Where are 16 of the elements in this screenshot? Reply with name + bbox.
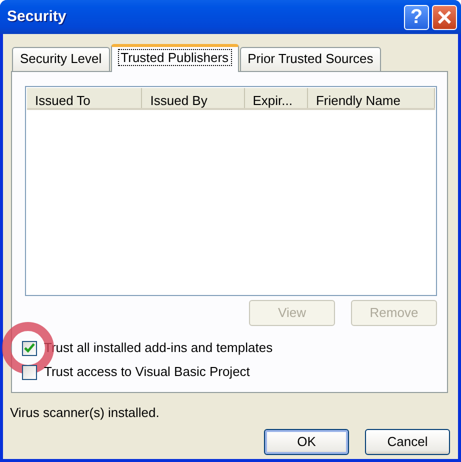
column-header[interactable]: Issued To	[27, 88, 142, 108]
status-text: Virus scanner(s) installed.	[10, 404, 160, 422]
tab[interactable]: Trusted Publishers	[110, 44, 239, 72]
column-header[interactable]: Issued By	[142, 88, 245, 108]
checkbox-label[interactable]: Trust access to Visual Basic Project	[44, 362, 250, 382]
tab[interactable]: Security Level	[12, 47, 110, 71]
tab[interactable]: Prior Trusted Sources	[240, 47, 382, 71]
column-header[interactable]: Expir...	[244, 88, 308, 108]
close-button[interactable]: ×	[432, 4, 457, 30]
ok-button[interactable]: OK	[264, 428, 349, 454]
checkbox[interactable]	[22, 340, 37, 356]
window-title: Security	[7, 6, 68, 27]
cancel-button[interactable]: Cancel	[365, 428, 450, 454]
checkbox[interactable]	[22, 364, 37, 380]
column-header[interactable]: Friendly Name	[308, 88, 435, 108]
publisher-list[interactable]: Issued To Issued By Expir... Friendly Name	[25, 86, 437, 296]
